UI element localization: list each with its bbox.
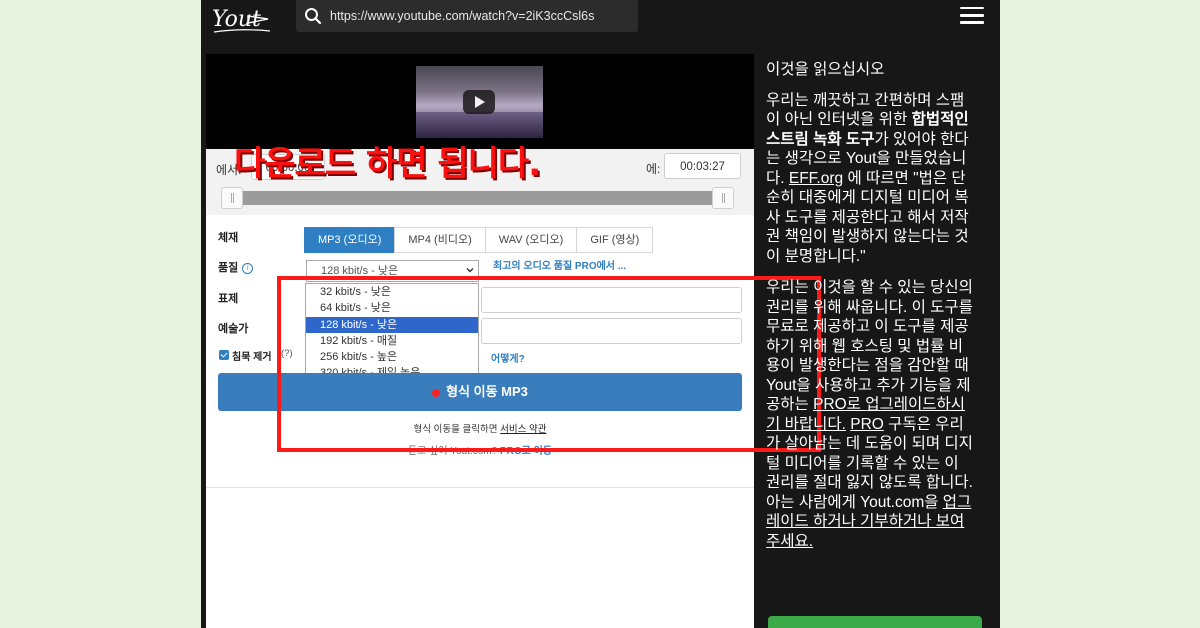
tab-mp4[interactable]: MP4 (비디오) [394,227,486,253]
remove-silence-label: 침묵 제거 [232,352,272,363]
eff-link[interactable]: EFF.org [789,170,843,187]
title-label: 표제 [218,293,239,305]
trim-start-handle[interactable] [221,187,243,209]
format-tabs: MP3 (오디오) MP4 (비디오) WAV (오디오) GIF (영상) [304,227,654,253]
video-thumbnail[interactable] [416,66,543,138]
trim-to-input[interactable]: 00:03:27 [664,153,741,179]
annotation-highlight-box [277,276,821,452]
upgrade-button[interactable] [768,616,982,628]
url-input[interactable] [330,6,630,26]
artist-label: 예술가 [218,323,249,335]
sidebar-paragraph-2: 우리는 이것을 할 수 있는 당신의 권리를 위해 싸웁니다. 이 도구를 무료… [766,279,973,550]
trim-to-label: 에: [646,162,661,176]
pro-quality-link[interactable]: 최고의 오디오 품질 PRO에서 ... [493,257,626,272]
converter-panel: 에서: 00:00:00 에: 00:03:27 체재 MP3 (오디오) MP… [206,54,821,628]
tab-wav[interactable]: WAV (오디오) [484,227,578,253]
logo-text: Yout [212,7,261,32]
sidebar-title: 이것을 읽으십시오 [766,61,885,78]
trim-end-handle[interactable] [712,187,734,209]
trim-slider-track[interactable] [234,191,722,205]
sidebar-paragraph-1: 우리는 깨끗하고 간편하며 스팸이 아닌 인터넷을 위한 합법적인 스트림 녹화… [766,91,969,265]
video-preview [206,54,754,149]
panel-footer [206,487,754,628]
quality-label: 품질 i [218,259,254,275]
url-bar [296,0,638,32]
tab-mp3[interactable]: MP3 (오디오) [304,227,396,253]
format-label: 체재 [218,232,239,244]
play-icon[interactable] [463,90,495,114]
pro-link[interactable]: PRO [850,416,884,433]
info-icon[interactable]: i [242,262,254,274]
search-icon[interactable] [304,7,322,25]
app-window: Yout 에서: 00:00:00 에: 00:03:27 체재 [201,0,1000,628]
annotation-overlay-text: 다운로드 하면 됩니다. [234,144,541,184]
chevron-down-icon [466,268,474,273]
tab-gif[interactable]: GIF (영상) [576,227,654,253]
sidebar-notice: 이것을 읽으십시오 우리는 깨끗하고 간편하며 스팸이 아닌 인터넷을 위한 합… [766,60,982,628]
yout-logo[interactable]: Yout [210,2,274,36]
hamburger-menu-icon[interactable] [960,7,984,25]
remove-silence-checkbox[interactable] [219,350,229,360]
